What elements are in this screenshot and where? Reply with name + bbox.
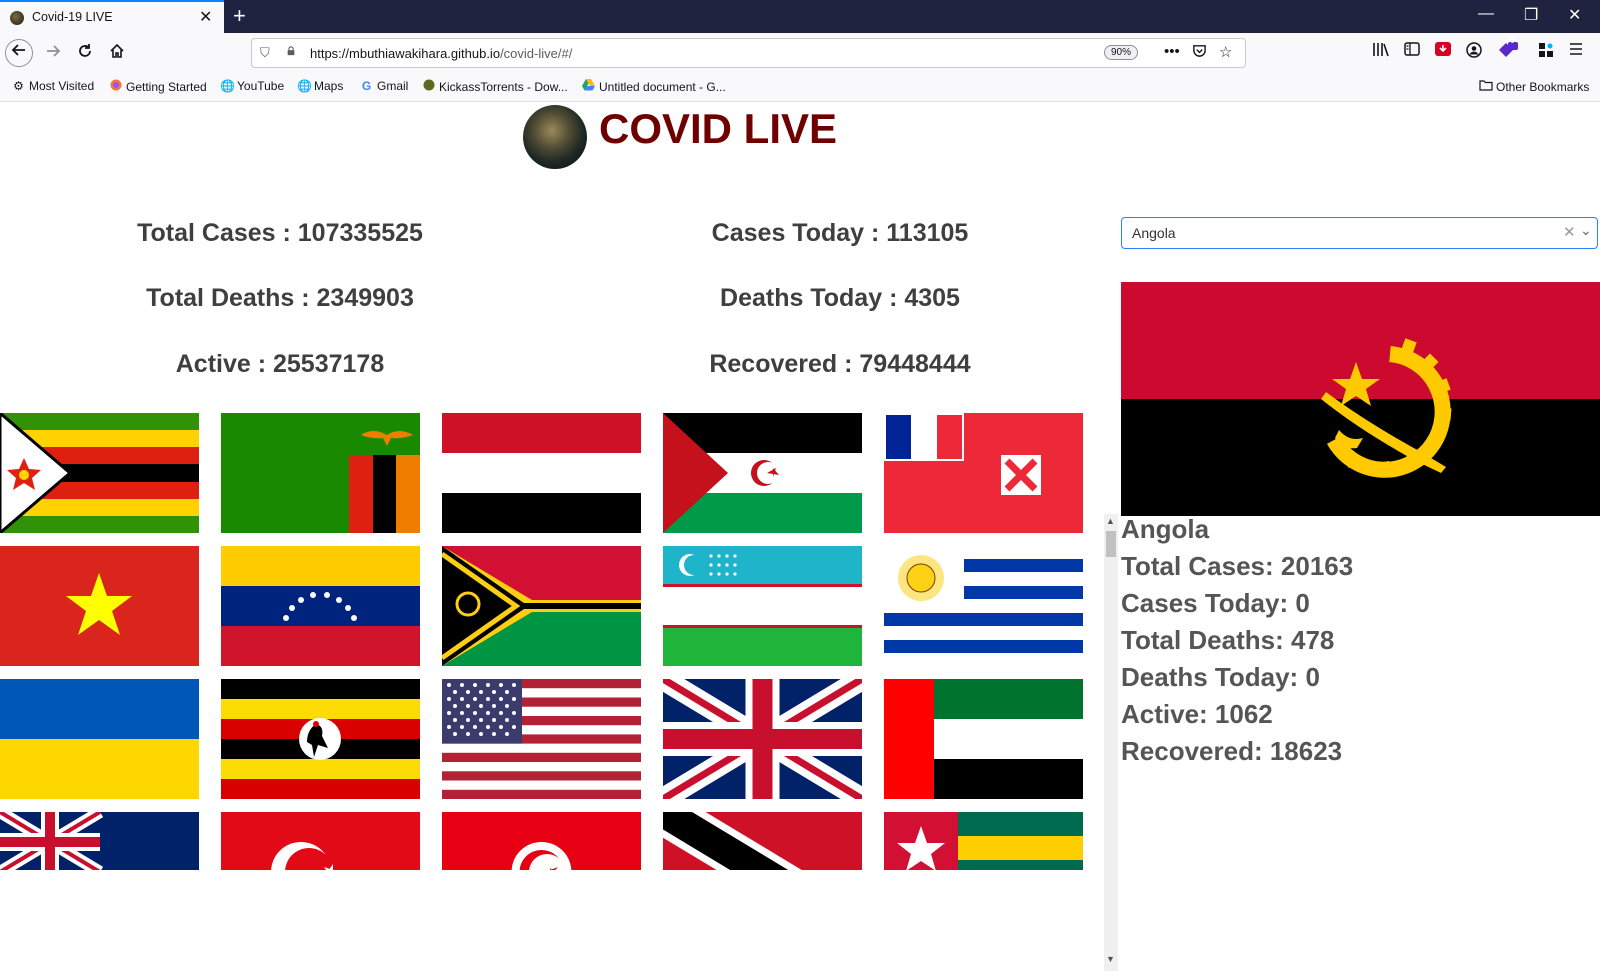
menu-hamburger-icon[interactable]: [1569, 42, 1583, 60]
flag-turkey[interactable]: [221, 812, 420, 870]
download-extension-icon[interactable]: [1435, 42, 1451, 60]
page-actions-icon[interactable]: •••: [1164, 43, 1180, 60]
folder-icon: [1479, 79, 1493, 94]
flag-yemen[interactable]: [442, 413, 641, 533]
flag-uzbekistan[interactable]: [663, 546, 862, 666]
tracking-shield-icon[interactable]: ⛉: [260, 45, 270, 61]
page-content: COVID LIVE Total Cases : 107335525 Cases…: [0, 101, 1600, 971]
bookmark-getting-started[interactable]: Getting Started: [109, 79, 207, 94]
bookmark-maps[interactable]: 🌐 Maps: [297, 79, 343, 93]
stat-cases-today: Cases Today : 113105: [711, 219, 969, 247]
forward-arrow-icon: [47, 45, 61, 57]
drive-icon: [582, 79, 595, 94]
flag-vanuatu[interactable]: [442, 546, 641, 666]
stat-recovered: Recovered : 79448444: [709, 350, 971, 378]
country-total-cases: Total Cases: 20163: [1121, 551, 1354, 581]
forward-button[interactable]: [39, 39, 67, 67]
bookmarks-toolbar: ⚙ Most Visited Getting Started 🌐 YouTube 🌐…: [0, 73, 1600, 102]
flag-venezuela[interactable]: [221, 546, 420, 666]
selected-country-flag: [1121, 282, 1600, 516]
flag-usa[interactable]: [442, 679, 641, 799]
country-active: Active: 1062: [1121, 699, 1273, 729]
page-title: COVID LIVE: [599, 105, 838, 152]
sidebar-icon[interactable]: [1404, 42, 1420, 60]
extension-icon[interactable]: 6: [1498, 36, 1518, 62]
url-text[interactable]: https://mbuthiawakihara.github.io/covid-…: [310, 46, 572, 61]
flag-ukraine[interactable]: [0, 679, 199, 799]
close-window-button[interactable]: ✕: [1568, 5, 1581, 25]
kickass-icon: [422, 79, 435, 94]
reload-button[interactable]: [71, 39, 99, 67]
navigation-toolbar: ⛉ https://mbuthiawakihara.github.io/covi…: [0, 33, 1600, 73]
flag-zimbabwe[interactable]: [0, 413, 199, 533]
home-icon: [110, 43, 124, 58]
back-button[interactable]: [5, 39, 33, 67]
tab-close-icon[interactable]: ✕: [199, 7, 212, 27]
google-icon: G: [361, 79, 372, 93]
firefox-icon: [109, 79, 122, 94]
address-bar[interactable]: ⛉ https://mbuthiawakihara.github.io/covi…: [251, 38, 1246, 68]
reload-icon: [79, 44, 91, 57]
bookmark-youtube[interactable]: 🌐 YouTube: [220, 79, 284, 93]
chevron-down-icon[interactable]: ⌄: [1580, 222, 1592, 239]
restore-button[interactable]: ❐: [1524, 5, 1538, 25]
flags-scrollbar[interactable]: ▲ ▼: [1104, 514, 1118, 971]
bookmark-gmail[interactable]: G Gmail: [360, 79, 409, 93]
flag-uk[interactable]: [663, 679, 862, 799]
globe-icon: 🌐: [220, 79, 235, 93]
tab-covid[interactable]: Covid-19 LIVE ✕: [0, 0, 224, 33]
flag-zambia[interactable]: [221, 413, 420, 533]
stat-total-deaths: Total Deaths : 2349903: [146, 284, 414, 312]
flag-trinidad-and-tobago[interactable]: [663, 812, 862, 870]
scroll-down-icon[interactable]: ▼: [1106, 954, 1115, 964]
flag-wallis-and-futuna[interactable]: [884, 413, 1083, 533]
clear-icon[interactable]: ✕: [1563, 223, 1576, 241]
country-name: Angola: [1121, 514, 1210, 544]
country-recovered: Recovered: 18623: [1121, 736, 1343, 766]
country-total-deaths: Total Deaths: 478: [1121, 625, 1335, 655]
back-arrow-icon: [11, 44, 25, 56]
other-bookmarks[interactable]: Other Bookmarks: [1479, 79, 1589, 94]
flag-uruguay[interactable]: [884, 546, 1083, 666]
extensions-puzzle-icon[interactable]: [1538, 42, 1554, 62]
stat-active: Active : 25537178: [175, 350, 385, 378]
stat-total-cases: Total Cases : 107335525: [137, 219, 423, 247]
url-path: /covid-live/#/: [500, 46, 573, 61]
country-deaths-today: Deaths Today: 0: [1121, 662, 1320, 692]
pocket-icon[interactable]: [1192, 43, 1207, 62]
url-host: https://mbuthiawakihara.github.io: [310, 46, 501, 61]
bookmark-kickass[interactable]: KickassTorrents - Dow...: [422, 79, 568, 94]
bookmark-star-icon[interactable]: ☆: [1219, 43, 1232, 61]
country-select-value: Angola: [1132, 225, 1176, 241]
extension-badge: 6: [1510, 36, 1515, 45]
lock-icon[interactable]: [286, 46, 296, 56]
account-icon[interactable]: [1466, 42, 1482, 62]
new-tab-button[interactable]: +: [233, 3, 246, 29]
home-button[interactable]: [103, 39, 131, 67]
tab-title: Covid-19 LIVE: [32, 10, 113, 24]
flag-turks-and-caicos[interactable]: [0, 812, 199, 870]
stat-deaths-today: Deaths Today : 4305: [720, 284, 960, 312]
gear-icon: ⚙: [13, 79, 24, 93]
flag-togo[interactable]: [884, 812, 1083, 870]
covid-favicon-icon: [10, 11, 24, 25]
scroll-up-icon[interactable]: ▲: [1106, 516, 1115, 526]
globe-logo-icon: [523, 105, 587, 169]
library-icon[interactable]: [1372, 42, 1389, 61]
bookmark-most-visited[interactable]: ⚙ Most Visited: [12, 79, 94, 93]
flag-vietnam[interactable]: [0, 546, 199, 666]
bookmark-untitled-doc[interactable]: Untitled document - G...: [582, 79, 726, 94]
flag-western-sahara[interactable]: [663, 413, 862, 533]
scroll-thumb[interactable]: [1106, 531, 1116, 557]
globe-icon: 🌐: [297, 79, 312, 93]
country-select[interactable]: Angola ✕ ⌄: [1121, 217, 1598, 249]
flag-uganda[interactable]: [221, 679, 420, 799]
flag-tunisia[interactable]: [442, 812, 641, 870]
country-cases-today: Cases Today: 0: [1121, 588, 1310, 618]
flag-uae[interactable]: [884, 679, 1083, 799]
zoom-indicator[interactable]: 90%: [1104, 45, 1139, 60]
minimize-button[interactable]: —: [1478, 5, 1494, 23]
tab-strip: Covid-19 LIVE ✕ + — ❐ ✕: [0, 0, 1600, 33]
